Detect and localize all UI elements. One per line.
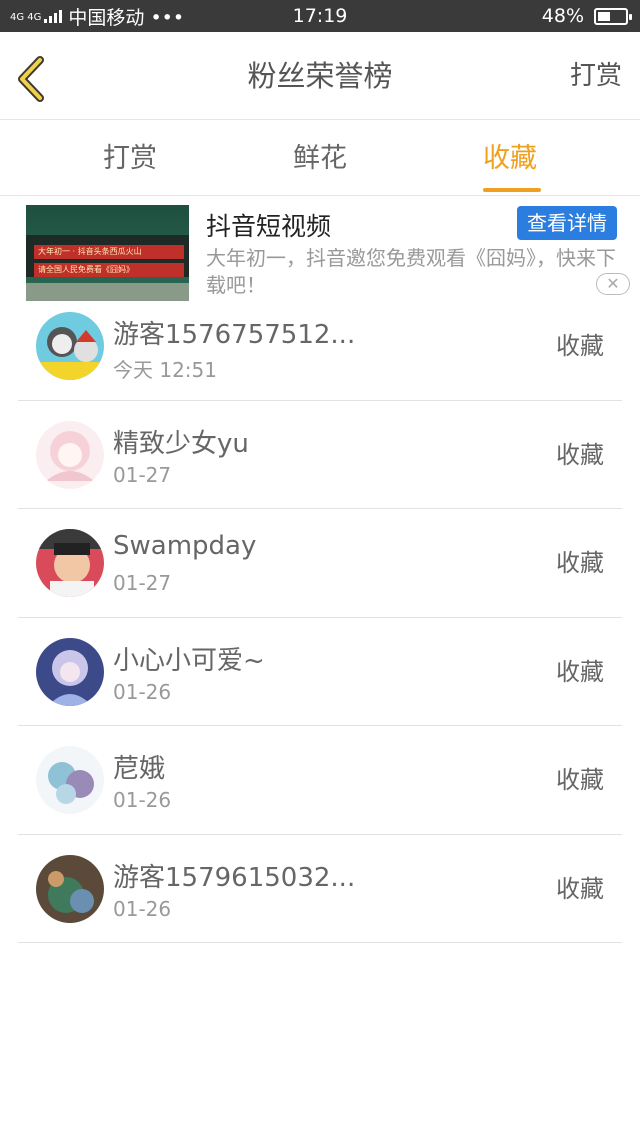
avatar[interactable] <box>36 746 104 814</box>
tab-flowers[interactable]: 鲜花 <box>260 121 380 196</box>
avatar[interactable] <box>36 637 104 706</box>
list-item[interactable]: 游客1579615032... 01-26 收藏 <box>18 835 622 943</box>
tab-bar: 打赏 鲜花 收藏 <box>0 121 640 196</box>
list-item[interactable]: Swampday 01-27 收藏 <box>18 509 622 618</box>
tab-favorites[interactable]: 收藏 <box>450 121 570 196</box>
fan-date: 01-26 <box>113 679 172 704</box>
gift-type-label: 收藏 <box>556 766 604 794</box>
tab-reward[interactable]: 打赏 <box>70 121 190 196</box>
fan-list: 游客1576757512... 今天 12:51 收藏 精致少女yu 01-27… <box>0 292 640 943</box>
ad-banner[interactable]: 大年初一 · 抖音头条西瓜火山 请全国人民免费看《囧妈》 抖音短视频 查看详情 … <box>0 197 640 305</box>
reward-button[interactable]: 打赏 <box>570 32 622 120</box>
gift-type-label: 收藏 <box>556 440 604 469</box>
gift-type-label: 收藏 <box>556 549 604 577</box>
navigation-header: 粉丝荣誉榜 打赏 <box>0 32 640 120</box>
ad-close-button[interactable]: ✕ <box>596 273 630 295</box>
ad-thumb-text-1: 大年初一 · 抖音头条西瓜火山 <box>38 247 142 256</box>
fan-date: 01-26 <box>113 788 172 812</box>
battery-percent: 48% <box>541 5 584 27</box>
fan-date: 今天 12:51 <box>113 358 217 382</box>
battery-icon <box>594 7 632 25</box>
fan-name: 游客1576757512... <box>113 320 356 350</box>
ad-thumbnail[interactable]: 大年初一 · 抖音头条西瓜火山 请全国人民免费看《囧妈》 <box>26 205 189 301</box>
status-bar: 4G 4G 中国移动 ••• 17:19 48% <box>0 0 640 32</box>
avatar[interactable] <box>36 529 104 597</box>
list-item[interactable]: 游客1576757512... 今天 12:51 收藏 <box>18 292 622 401</box>
list-item[interactable]: 小心小可爱~ 01-26 收藏 <box>18 618 622 726</box>
fan-name: 游客1579615032... <box>113 862 356 893</box>
fan-name: 小心小可爱~ <box>113 645 265 676</box>
avatar[interactable] <box>36 854 104 923</box>
fan-date: 01-26 <box>113 896 172 921</box>
gift-type-label: 收藏 <box>556 874 604 903</box>
ad-details-button[interactable]: 查看详情 <box>517 206 617 240</box>
list-item[interactable]: 苨娥 01-26 收藏 <box>18 726 622 835</box>
fan-name: 精致少女yu <box>113 428 249 459</box>
ad-title: 抖音短视频 <box>206 212 332 241</box>
ad-thumb-text-2: 请全国人民免费看《囧妈》 <box>38 265 134 274</box>
avatar[interactable] <box>36 312 104 380</box>
close-icon: ✕ <box>606 274 620 293</box>
page-title: 粉丝荣誉榜 <box>247 59 393 93</box>
fan-date: 01-27 <box>113 571 172 595</box>
ad-description: 大年初一，抖音邀您免费观看《囧妈》，快来下载吧！ <box>206 246 616 297</box>
fan-date: 01-27 <box>113 462 172 487</box>
gift-type-label: 收藏 <box>556 657 604 686</box>
fan-name: 苨娥 <box>113 754 166 784</box>
active-tab-indicator <box>483 188 541 192</box>
gift-type-label: 收藏 <box>556 332 604 360</box>
list-item[interactable]: 精致少女yu 01-27 收藏 <box>18 401 622 509</box>
avatar[interactable] <box>36 420 104 489</box>
fan-name: Swampday <box>113 531 257 561</box>
